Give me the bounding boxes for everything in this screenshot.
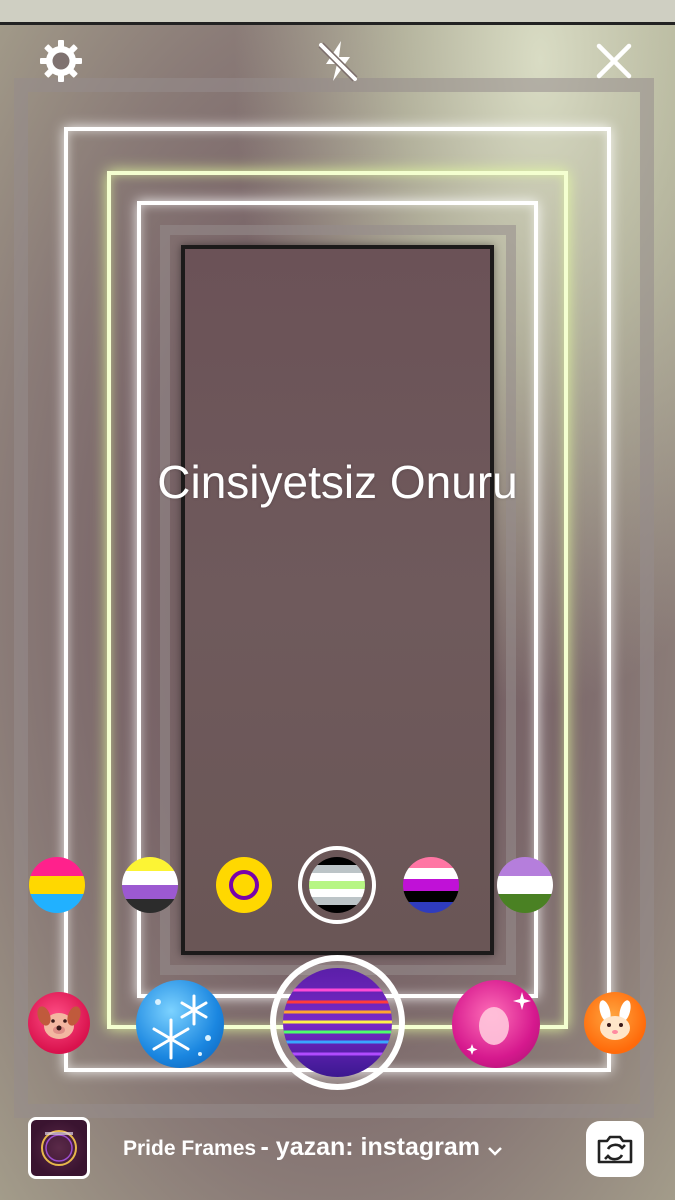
bunny-effect-button[interactable]	[584, 992, 646, 1054]
swatch-stripe	[403, 879, 459, 891]
dog-icon	[37, 1006, 81, 1039]
swatch-stripe	[403, 890, 459, 902]
swatch-pansexual[interactable]	[29, 857, 85, 913]
effect-attribution[interactable]: Pride Frames - yazan: instagram	[123, 1133, 503, 1162]
pride-frames-effect-preview	[283, 968, 392, 1077]
puppy-effect-button[interactable]	[28, 992, 90, 1054]
swatch-genderfluid[interactable]	[403, 857, 459, 913]
swatch-stripe	[29, 875, 85, 895]
intersex-ring	[229, 870, 259, 900]
swatch-stripe	[403, 868, 459, 880]
flash-off-icon	[318, 41, 358, 82]
selected-swatch-ring	[298, 846, 376, 924]
capture-button[interactable]	[270, 955, 405, 1090]
gallery-thumbnail-icon	[41, 1130, 77, 1166]
gallery-thumbnail[interactable]	[28, 1117, 90, 1179]
swatch-intersex[interactable]	[216, 857, 272, 913]
settings-button[interactable]	[36, 38, 86, 84]
swatch-nonbinary[interactable]	[122, 857, 178, 913]
sparkle-icon	[466, 992, 531, 1055]
swatch-stripe	[122, 885, 178, 899]
effect-author: - yazan: instagram	[260, 1133, 481, 1161]
top-strip	[0, 0, 675, 25]
neon-lines-icon	[283, 988, 392, 1056]
gear-icon	[40, 40, 82, 82]
camera-flip-icon	[597, 1135, 633, 1164]
swatch-stripe	[497, 875, 553, 895]
snowflake-icon	[152, 994, 211, 1060]
flash-toggle-button[interactable]	[313, 38, 363, 84]
camera-flip-button[interactable]	[586, 1121, 644, 1177]
swatch-genderqueer[interactable]	[497, 857, 553, 913]
snowflake-effect-button[interactable]	[136, 980, 224, 1068]
close-button[interactable]	[589, 38, 639, 84]
bunny-icon	[599, 1000, 631, 1040]
sparkle-effect-button[interactable]	[452, 980, 540, 1068]
close-icon	[596, 43, 632, 79]
chevron-down-icon	[487, 1146, 502, 1156]
effect-overlay-title: Cinsiyetsiz Onuru	[157, 456, 518, 508]
effect-name: Pride Frames	[123, 1137, 257, 1160]
swatch-stripe	[122, 871, 178, 885]
